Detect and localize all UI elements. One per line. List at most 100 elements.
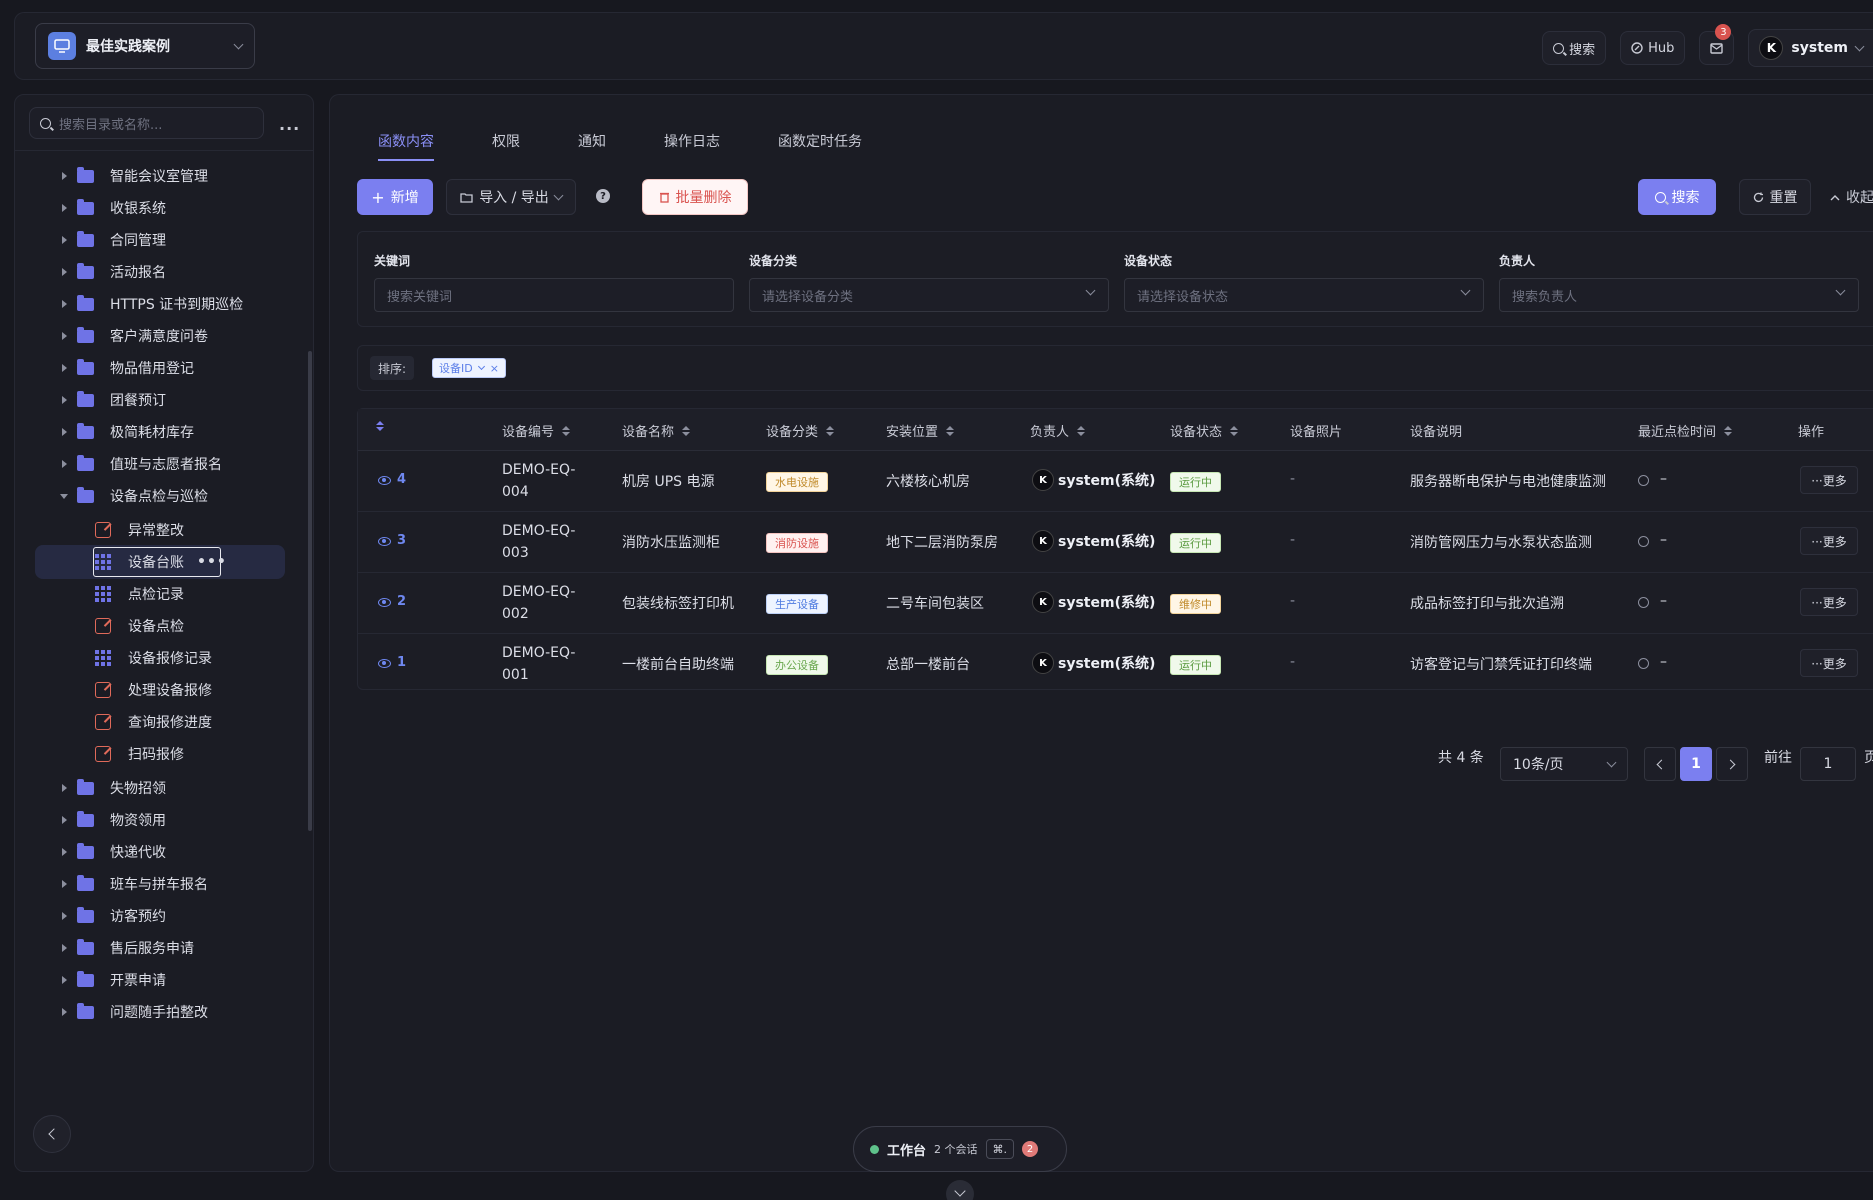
tab-notifications[interactable]: 通知 <box>578 131 606 161</box>
bulk-delete-button[interactable]: 批量删除 <box>642 179 748 215</box>
caret-right-icon[interactable] <box>62 784 67 792</box>
row-more-button[interactable]: ···更多 <box>1800 527 1858 555</box>
caret-down-icon[interactable] <box>60 493 68 499</box>
row-more-button[interactable]: ···更多 <box>1800 588 1858 616</box>
sidebar-item[interactable]: 智能会议室管理 <box>15 159 313 193</box>
caret-right-icon[interactable] <box>62 460 67 468</box>
caret-right-icon[interactable] <box>62 816 67 824</box>
sidebar-item[interactable]: 合同管理 <box>15 223 313 257</box>
sidebar-item[interactable]: HTTPS 证书到期巡检 <box>15 287 313 321</box>
page-size-select[interactable]: 10条/页 <box>1500 747 1628 781</box>
sidebar-item[interactable]: 值班与志愿者报名 <box>15 447 313 481</box>
sidebar-item[interactable]: 设备点检 <box>15 609 313 643</box>
row-more-button[interactable]: ···更多 <box>1800 466 1858 494</box>
sidebar-item[interactable]: 活动报名 <box>15 255 313 289</box>
sort-tag-close-icon[interactable]: × <box>490 362 499 375</box>
collapse-filters-button[interactable]: 收起 <box>1830 179 1873 215</box>
caret-right-icon[interactable] <box>62 268 67 276</box>
sidebar-item[interactable]: ••• 设备台账 <box>15 545 313 579</box>
sidebar-search[interactable]: 搜索目录或名称... <box>29 107 264 139</box>
row-id-link[interactable]: 2 <box>397 594 406 609</box>
collapse-sidebar-button[interactable] <box>33 1115 71 1153</box>
sidebar-item[interactable]: 扫码报修 <box>15 737 313 771</box>
sidebar-item[interactable]: 访客预约 <box>15 899 313 933</box>
caret-right-icon[interactable] <box>62 364 67 372</box>
global-search-button[interactable]: 搜索 <box>1542 31 1607 65</box>
help-icon[interactable]: ? <box>596 189 610 203</box>
caret-right-icon[interactable] <box>62 912 67 920</box>
caret-right-icon[interactable] <box>62 976 67 984</box>
status-select[interactable]: 请选择设备状态 <box>1124 278 1484 312</box>
app-switcher[interactable]: 最佳实践案例 <box>35 23 255 69</box>
sort-tag[interactable]: 设备ID × <box>432 358 506 378</box>
row-more-button[interactable]: ···更多 <box>1800 649 1858 677</box>
sidebar-item[interactable]: 处理设备报修 <box>15 673 313 707</box>
sidebar-item[interactable]: 快递代收 <box>15 835 313 869</box>
sidebar-item[interactable]: 失物招领 <box>15 771 313 805</box>
sidebar-item[interactable]: 物品借用登记 <box>15 351 313 385</box>
workbench-pill[interactable]: 工作台 2 个会话 ⌘. 2 <box>853 1126 1067 1172</box>
sidebar-item[interactable]: 问题随手拍整改 <box>15 995 313 1029</box>
sidebar-item[interactable]: 售后服务申请 <box>15 931 313 965</box>
view-icon[interactable] <box>378 598 391 607</box>
tab-scheduled-tasks[interactable]: 函数定时任务 <box>778 131 862 161</box>
sidebar-more-button[interactable]: ... <box>279 115 300 134</box>
caret-right-icon[interactable] <box>62 236 67 244</box>
hub-button[interactable]: Hub <box>1620 31 1686 65</box>
sidebar-item[interactable]: 物资领用 <box>15 803 313 837</box>
mail-button[interactable]: 3 <box>1699 24 1735 65</box>
reset-button[interactable]: 重置 <box>1739 179 1811 215</box>
search-button[interactable]: 搜索 <box>1638 179 1716 215</box>
sidebar-item[interactable]: 异常整改 <box>15 513 313 547</box>
caret-right-icon[interactable] <box>62 848 67 856</box>
caret-right-icon[interactable] <box>62 204 67 212</box>
view-icon[interactable] <box>378 659 391 668</box>
sidebar-item[interactable]: 团餐预订 <box>15 383 313 417</box>
col-last-check[interactable]: 最近点检时间 <box>1638 421 1733 440</box>
col-category[interactable]: 设备分类 <box>766 421 835 440</box>
sidebar-item[interactable]: 收银系统 <box>15 191 313 225</box>
item-more-icon[interactable]: ••• <box>197 554 227 570</box>
sidebar-item[interactable]: 设备报修记录 <box>15 641 313 675</box>
sidebar-item[interactable]: 极简耗材库存 <box>15 415 313 449</box>
expand-panel-button[interactable] <box>946 1180 974 1200</box>
caret-right-icon[interactable] <box>62 944 67 952</box>
col-name[interactable]: 设备名称 <box>622 421 691 440</box>
col-code[interactable]: 设备编号 <box>502 421 571 440</box>
caret-right-icon[interactable] <box>62 880 67 888</box>
col-location[interactable]: 安装位置 <box>886 421 955 440</box>
user-menu[interactable]: K system <box>1748 29 1873 67</box>
tab-permissions[interactable]: 权限 <box>492 131 520 161</box>
page-1-button[interactable]: 1 <box>1680 747 1712 781</box>
sidebar-item[interactable]: 班车与拼车报名 <box>15 867 313 901</box>
category-select[interactable]: 请选择设备分类 <box>749 278 1109 312</box>
goto-input[interactable]: 1 <box>1800 747 1856 781</box>
row-id-link[interactable]: 4 <box>397 472 406 487</box>
caret-right-icon[interactable] <box>62 1008 67 1016</box>
sidebar-item[interactable]: 客户满意度问卷 <box>15 319 313 353</box>
next-page-button[interactable] <box>1716 747 1748 781</box>
caret-right-icon[interactable] <box>62 332 67 340</box>
col-status[interactable]: 设备状态 <box>1170 421 1239 440</box>
sidebar-item[interactable]: 查询报修进度 <box>15 705 313 739</box>
view-icon[interactable] <box>378 476 391 485</box>
sidebar-item[interactable]: 点检记录 <box>15 577 313 611</box>
caret-right-icon[interactable] <box>62 172 67 180</box>
prev-page-button[interactable] <box>1644 747 1676 781</box>
owner-select[interactable]: 搜索负责人 <box>1499 278 1859 312</box>
view-icon[interactable] <box>378 537 391 546</box>
row-id-link[interactable]: 1 <box>397 655 406 670</box>
row-id-link[interactable]: 3 <box>397 533 406 548</box>
scrollbar[interactable] <box>308 351 312 831</box>
add-button[interactable]: + 新增 <box>357 179 433 215</box>
col-owner[interactable]: 负责人 <box>1030 421 1086 440</box>
keyword-input[interactable]: 搜索关键词 <box>374 278 734 312</box>
import-export-button[interactable]: 导入 / 导出 <box>446 179 576 215</box>
caret-right-icon[interactable] <box>62 428 67 436</box>
tab-operation-log[interactable]: 操作日志 <box>664 131 720 161</box>
id-sort-header[interactable] <box>376 421 384 431</box>
sidebar-item[interactable]: 设备点检与巡检 <box>15 479 313 513</box>
caret-right-icon[interactable] <box>62 300 67 308</box>
caret-right-icon[interactable] <box>62 396 67 404</box>
tab-function-content[interactable]: 函数内容 <box>378 131 434 161</box>
